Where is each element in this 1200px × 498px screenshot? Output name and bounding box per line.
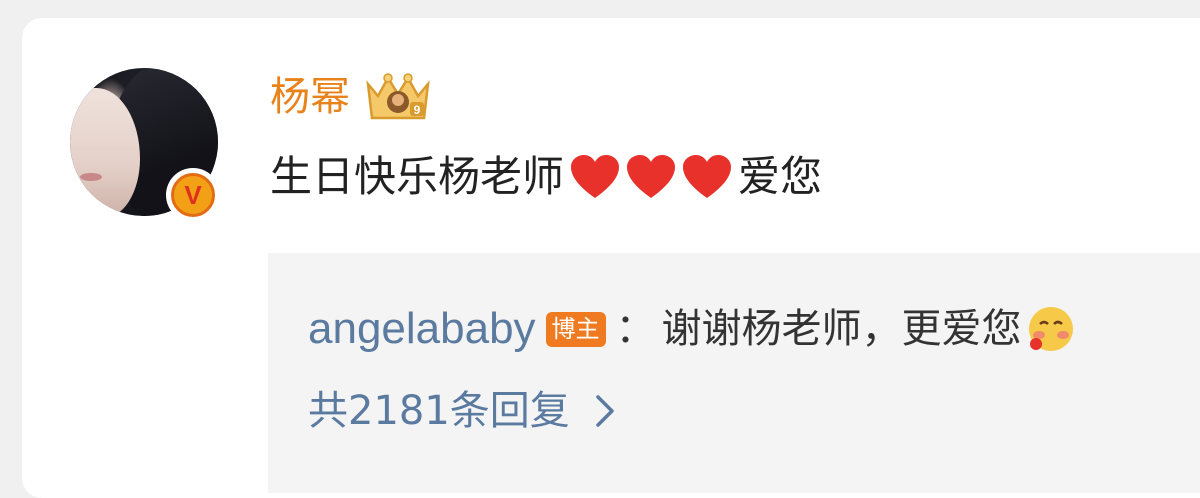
chevron-right-icon[interactable]	[594, 393, 616, 429]
svg-text:9: 9	[414, 103, 421, 117]
verified-badge-label: V	[171, 173, 215, 217]
heart-icon	[627, 155, 676, 199]
comment-username[interactable]: 杨幂	[270, 77, 350, 117]
heart-icon	[571, 155, 620, 199]
reply-preview[interactable]: angelababy 博主 ： 谢谢杨老师，更爱您 共2181条回复	[268, 253, 1200, 493]
comment-header: 杨幂 9	[270, 70, 434, 124]
verified-icon: V	[166, 168, 220, 222]
crown-icon[interactable]: 9	[362, 70, 434, 124]
author-badge: 博主	[545, 312, 606, 347]
blush-emoji-icon	[1028, 307, 1073, 352]
view-replies-link[interactable]: 共2181条回复	[308, 387, 616, 435]
reply-item: angelababy 博主 ： 谢谢杨老师，更爱您	[308, 303, 1076, 356]
comment-text-after: 爱您	[738, 152, 823, 201]
hearts-group	[568, 152, 734, 202]
reply-username[interactable]: angelababy	[308, 303, 536, 356]
reply-text: 谢谢杨老师，更爱您	[661, 306, 1022, 353]
avatar[interactable]: V	[70, 68, 220, 222]
comment-body: 生日快乐杨老师 爱您	[270, 152, 822, 202]
heart-icon	[683, 155, 732, 199]
reply-count[interactable]: 共2181条回复	[308, 387, 570, 435]
reply-separator: ：	[615, 306, 656, 353]
comment-text-before: 生日快乐杨老师	[270, 152, 565, 201]
